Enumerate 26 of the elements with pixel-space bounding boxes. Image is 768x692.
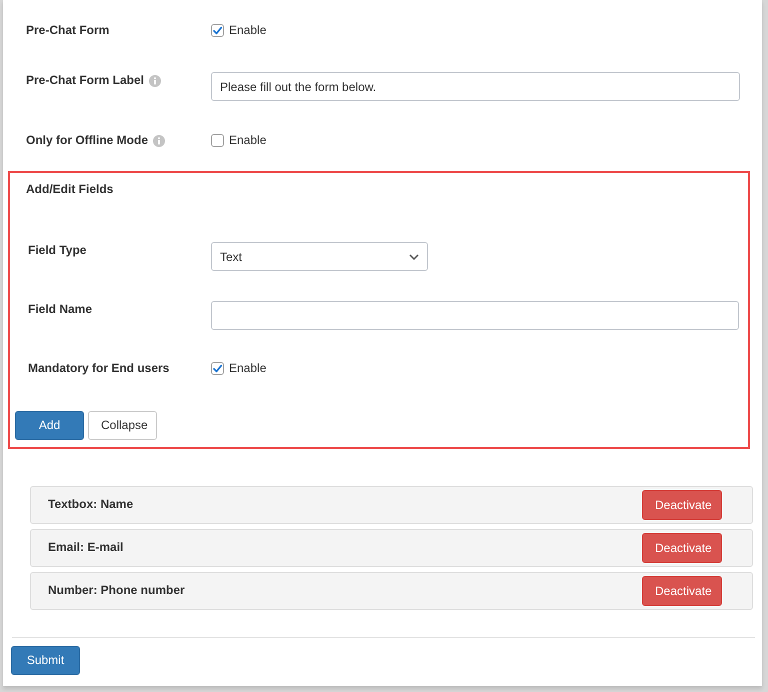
checkbox-label[interactable]: Enable [229, 22, 266, 39]
submit-button[interactable]: Submit [11, 646, 80, 675]
field-item-label: Email: E-mail [48, 539, 124, 556]
field-label: Field Type [28, 242, 86, 259]
field-label: Only for Offline Mode [26, 132, 148, 149]
field-label: Field Name [28, 301, 92, 318]
deactivate-button[interactable]: Deactivate [642, 490, 722, 520]
collapse-button[interactable]: Collapse [88, 411, 157, 440]
field-label: Pre-Chat Form [26, 22, 110, 39]
field-item-label: Textbox: Name [48, 496, 134, 513]
text-input[interactable]: Please fill out the form below. [211, 72, 740, 101]
checkbox[interactable] [211, 362, 224, 375]
select-field[interactable]: Text [211, 242, 428, 271]
section-title: Add/Edit Fields [26, 181, 114, 198]
deactivate-button[interactable]: Deactivate [642, 533, 722, 563]
checkbox[interactable] [211, 134, 224, 147]
text-input[interactable] [211, 301, 739, 330]
field-label: Mandatory for End users [28, 360, 170, 377]
checkbox[interactable] [211, 24, 224, 37]
caret-icon [409, 254, 419, 260]
checkbox-label[interactable]: Enable [229, 132, 266, 149]
field-label: Pre-Chat Form Label [26, 72, 144, 89]
deactivate-button[interactable]: Deactivate [642, 576, 722, 606]
field-item-label: Number: Phone number [48, 582, 185, 599]
add-button[interactable]: Add [15, 411, 84, 440]
checkbox-label[interactable]: Enable [229, 360, 266, 377]
